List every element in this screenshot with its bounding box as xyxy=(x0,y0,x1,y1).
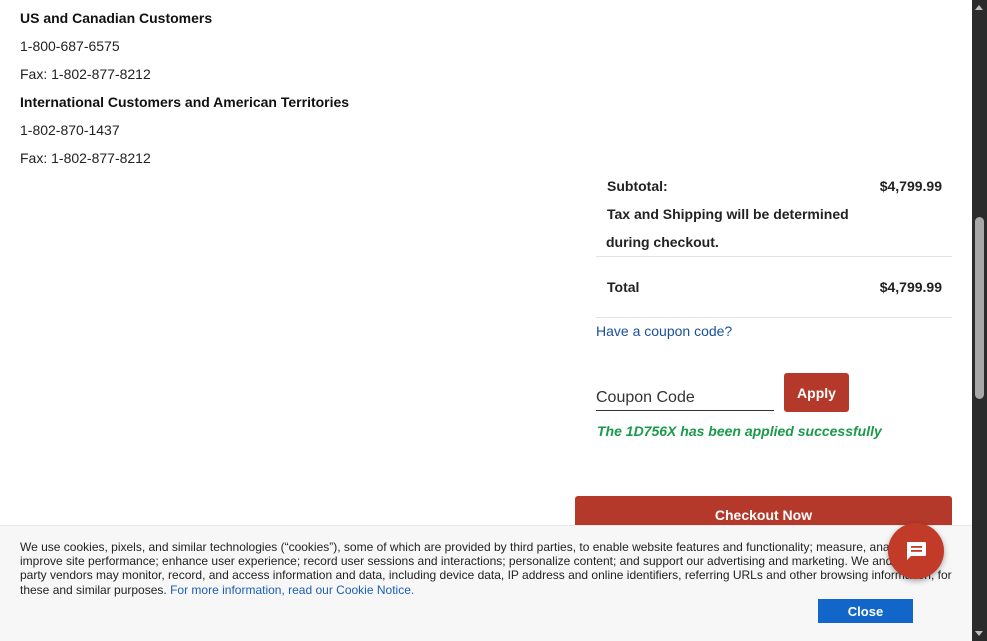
cookie-banner: We use cookies, pixels, and similar tech… xyxy=(0,525,972,641)
cookie-notice-body: We use cookies, pixels, and similar tech… xyxy=(20,540,952,597)
tax-note-line1: Tax and Shipping will be determined xyxy=(607,206,849,222)
us-fax: Fax: 1-802-877-8212 xyxy=(20,66,151,82)
have-coupon-link[interactable]: Have a coupon code? xyxy=(596,323,732,339)
cookie-notice-link[interactable]: For more information, read our Cookie No… xyxy=(170,583,414,597)
coupon-code-input[interactable] xyxy=(596,386,774,411)
scrollbar-thumb[interactable] xyxy=(975,217,984,399)
intl-fax: Fax: 1-802-877-8212 xyxy=(20,150,151,166)
intl-customers-heading: International Customers and American Ter… xyxy=(20,94,350,110)
scroll-up-arrow-icon[interactable] xyxy=(975,5,983,10)
us-phone: 1-800-687-6575 xyxy=(20,38,120,54)
coupon-success-message: The 1D756X has been applied successfully xyxy=(597,423,882,439)
intl-phone: 1-802-870-1437 xyxy=(20,122,120,138)
scroll-down-arrow-icon[interactable] xyxy=(975,631,983,636)
subtotal-value: $4,799.99 xyxy=(879,178,942,194)
tax-note-line2: during checkout. xyxy=(606,234,719,250)
total-divider xyxy=(596,317,952,318)
chat-button[interactable] xyxy=(888,523,944,579)
chat-bubble-icon xyxy=(907,542,926,560)
cookie-close-button[interactable]: Close xyxy=(818,599,913,623)
subtotal-label: Subtotal: xyxy=(607,178,668,194)
total-value: $4,799.99 xyxy=(879,279,942,295)
us-customers-heading: US and Canadian Customers xyxy=(20,10,213,26)
cookie-notice-text: We use cookies, pixels, and similar tech… xyxy=(20,540,960,597)
apply-coupon-button[interactable]: Apply xyxy=(784,373,849,412)
summary-divider xyxy=(596,256,952,257)
total-label: Total xyxy=(607,279,640,295)
vertical-scrollbar[interactable] xyxy=(972,0,987,641)
